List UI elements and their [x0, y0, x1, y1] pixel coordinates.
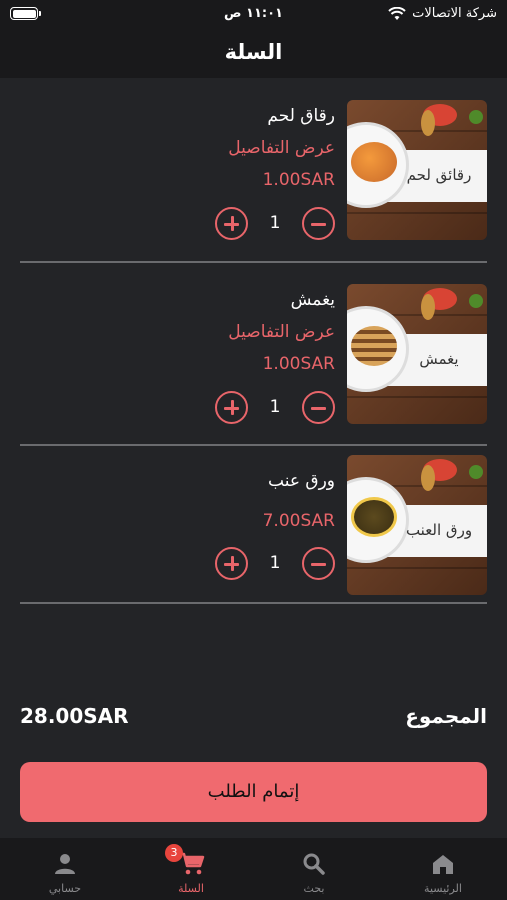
cart-item: ورق العنب ورق عنب 7.00SAR 1 [20, 455, 487, 615]
divider [20, 444, 487, 446]
image-caption: رقائق لحم [406, 166, 472, 184]
item-price: 1.00SAR [262, 170, 335, 190]
quantity-value: 1 [269, 213, 281, 233]
item-price: 7.00SAR [262, 511, 335, 531]
cart-item: رقائق لحم رقاق لحم عرض التفاصيل 1.00SAR … [20, 100, 487, 260]
product-image[interactable]: ورق العنب [347, 455, 487, 595]
decrease-button[interactable] [302, 546, 335, 580]
wifi-icon [388, 6, 406, 20]
order-total: 28.00SAR المجموع [20, 704, 487, 734]
increase-button[interactable] [215, 546, 248, 580]
tab-label: بحث [303, 882, 325, 895]
quantity-value: 1 [269, 397, 281, 417]
item-name: رقاق لحم [267, 106, 335, 126]
tab-label: السلة [178, 882, 204, 895]
product-image[interactable]: يغمش [347, 284, 487, 424]
decrease-button[interactable] [302, 206, 335, 240]
tab-label: الرئيسية [424, 882, 462, 895]
tab-bar: الرئيسية بحث 3 السلة حسابي [0, 838, 507, 900]
quantity-value: 1 [269, 553, 281, 573]
page-title: السلة [0, 30, 507, 78]
quantity-stepper: 1 [215, 390, 335, 424]
total-value: 28.00SAR [20, 704, 129, 728]
search-icon [303, 853, 325, 875]
divider [20, 602, 487, 604]
tab-home[interactable]: الرئيسية [393, 844, 493, 898]
person-icon [55, 854, 75, 874]
quantity-stepper: 1 [215, 546, 335, 580]
cart-item: يغمش يغمش عرض التفاصيل 1.00SAR 1 [20, 284, 487, 444]
tab-cart[interactable]: 3 السلة [141, 844, 241, 898]
view-details-link[interactable]: عرض التفاصيل [228, 322, 335, 342]
increase-button[interactable] [215, 206, 248, 240]
total-label: المجموع [405, 704, 487, 728]
tab-search[interactable]: بحث [264, 844, 364, 898]
cart-icon [180, 852, 205, 875]
checkout-button[interactable]: إتمام الطلب [20, 762, 487, 822]
image-caption: يغمش [419, 350, 459, 368]
tab-account[interactable]: حسابي [15, 844, 115, 898]
view-details-link[interactable]: عرض التفاصيل [228, 138, 335, 158]
divider [20, 261, 487, 263]
item-name: ورق عنب [268, 471, 335, 491]
product-image[interactable]: رقائق لحم [347, 100, 487, 240]
tab-label: حسابي [48, 882, 82, 895]
carrier-name: شركة الاتصالات [412, 6, 497, 21]
cart-count-badge: 3 [165, 844, 183, 862]
item-price: 1.00SAR [262, 354, 335, 374]
quantity-stepper: 1 [215, 206, 335, 240]
status-bar: ١١:٠١ ص شركة الاتصالات [0, 0, 507, 30]
item-name: يغمش [290, 290, 335, 310]
status-carrier: شركة الاتصالات [388, 6, 497, 21]
decrease-button[interactable] [302, 390, 335, 424]
image-caption: ورق العنب [405, 521, 473, 539]
home-icon [433, 855, 453, 874]
increase-button[interactable] [215, 390, 248, 424]
